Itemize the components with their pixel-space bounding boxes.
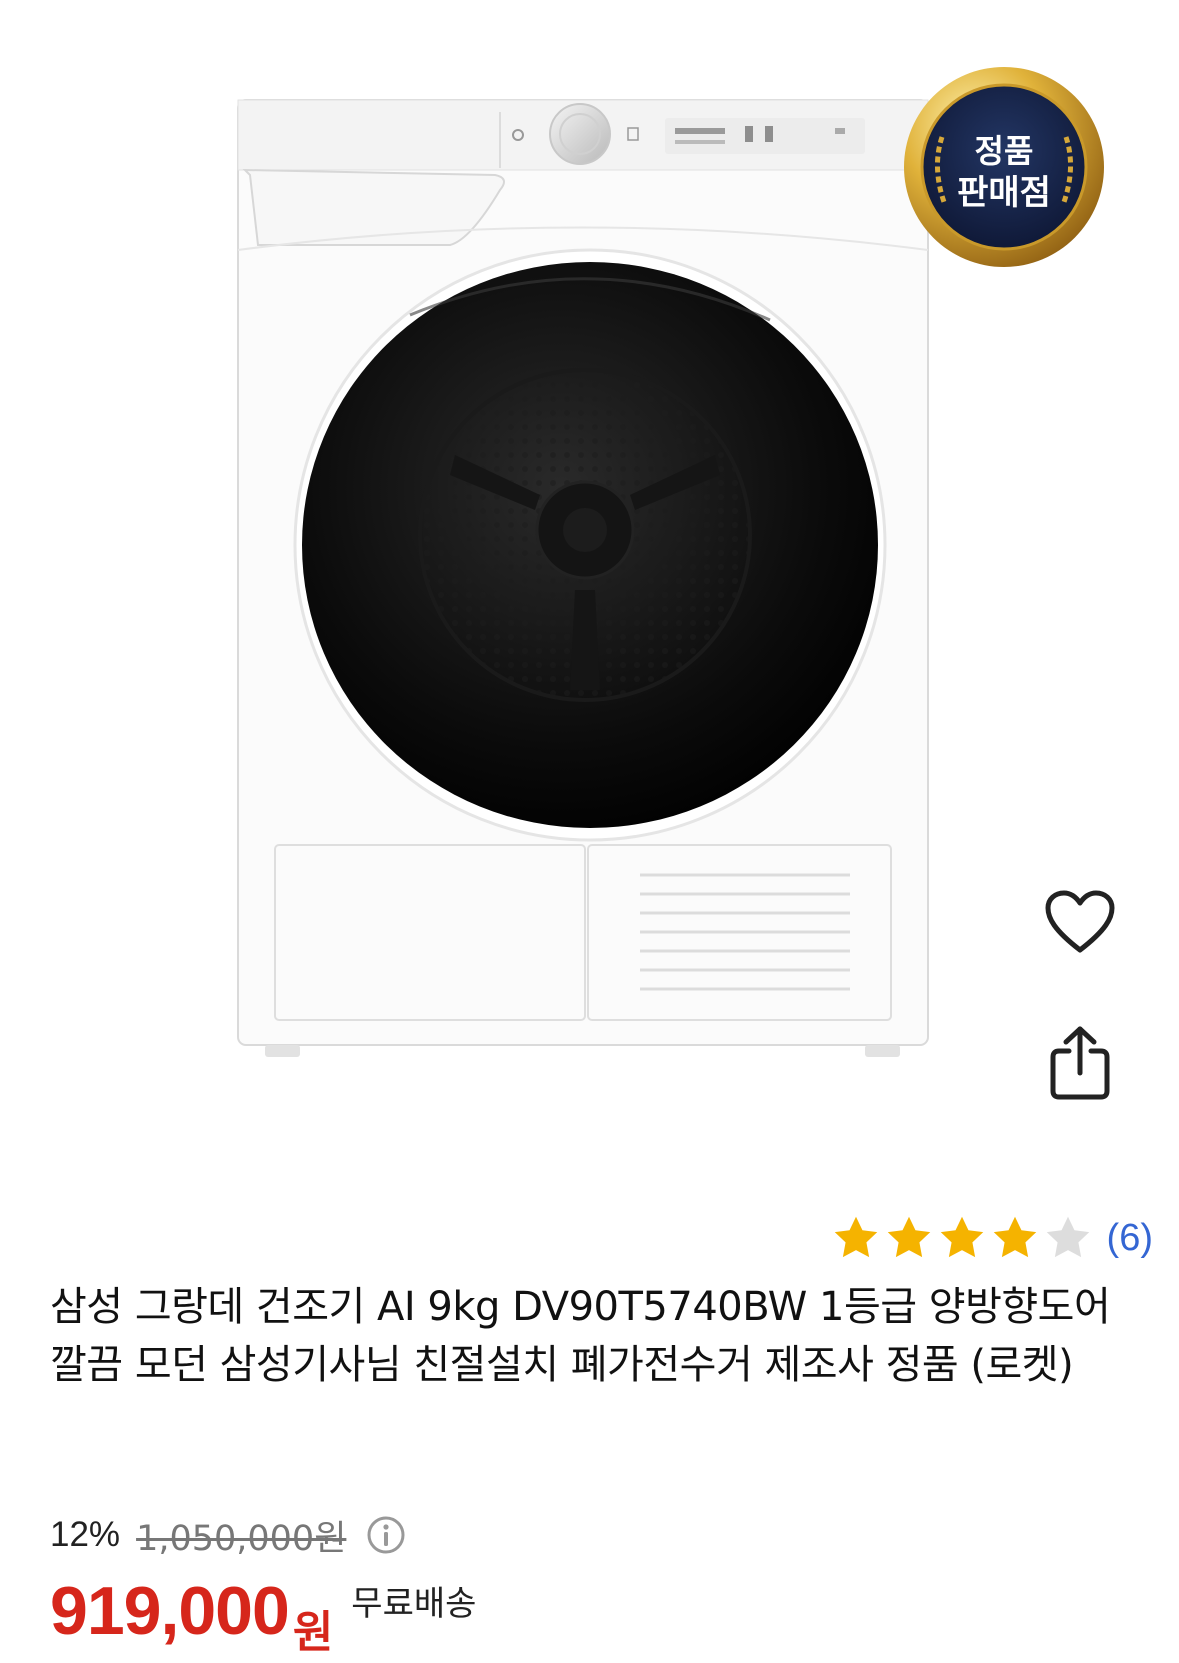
wishlist-button[interactable] [1040,885,1120,965]
review-count-link[interactable]: (6) [1107,1217,1153,1260]
sale-price: 919,000 [50,1573,290,1649]
star-filled-icon [993,1216,1036,1258]
heart-outline-icon [1044,890,1116,960]
star-filled-icon [887,1216,930,1258]
badge-line1: 정품 [975,132,1034,170]
star-filled-icon [834,1216,877,1258]
original-price-row: 12% 1,050,000원 [50,1508,408,1562]
rating-stars [830,1213,1095,1263]
info-circle-icon[interactable] [364,1513,408,1557]
discount-rate: 12% [50,1515,121,1554]
free-shipping-label: 무료배송 [351,1584,477,1624]
product-rating[interactable]: (6) [830,1208,1153,1268]
share-button[interactable] [1040,1025,1120,1105]
product-title: 삼성 그랑데 건조기 AI 9kg DV90T5740BW 1등급 양방향도어 … [50,1284,1111,1388]
sale-price-unit: 원 [292,1607,334,1658]
original-price: 1,050,000원 [136,1518,347,1559]
share-icon [1047,1025,1113,1105]
badge-line2: 판매점 [957,173,1051,213]
star-filled-icon [940,1216,983,1258]
star-empty-icon [1046,1216,1089,1258]
authentic-seller-badge: 정품 판매점 [882,62,1127,272]
sale-price-row: 919,000 원 무료배송 [50,1570,476,1660]
